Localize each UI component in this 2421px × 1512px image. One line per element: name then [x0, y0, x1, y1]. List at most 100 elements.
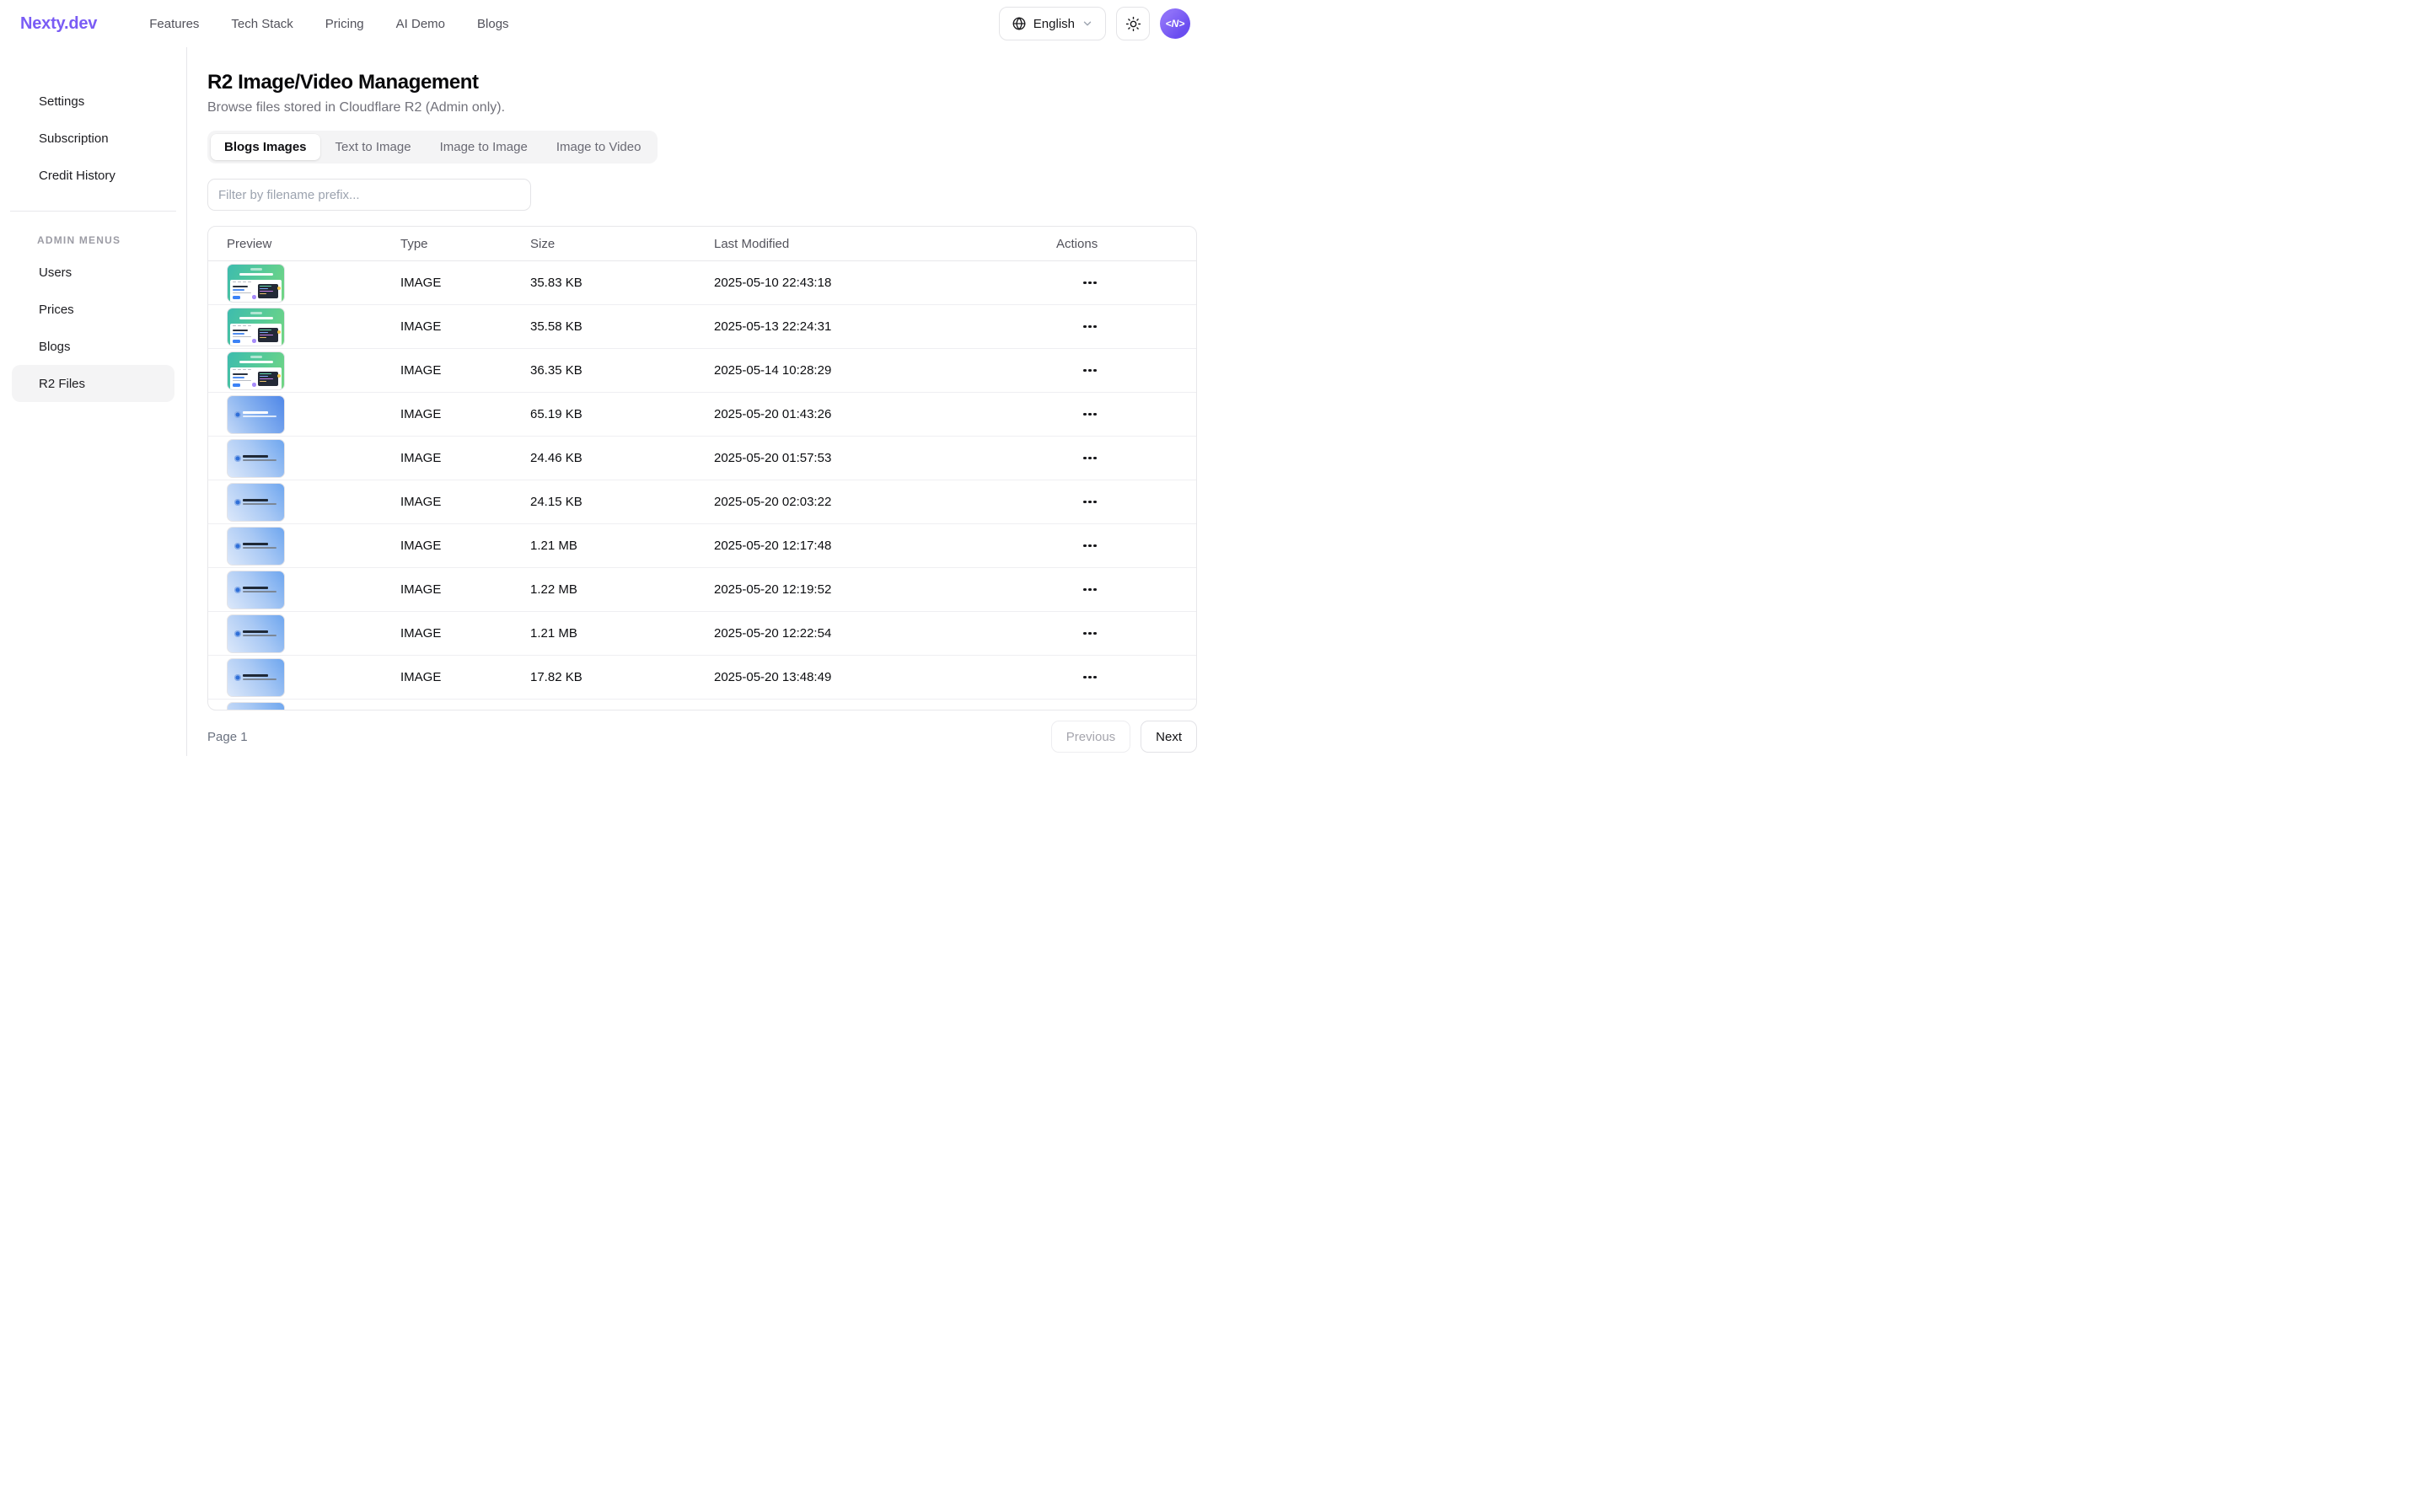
- file-size: 36.35 KB: [520, 363, 704, 378]
- file-preview-thumbnail[interactable]: [227, 614, 285, 653]
- page-title: R2 Image/Video Management: [207, 71, 1197, 94]
- file-size: 1.22 MB: [520, 582, 704, 597]
- file-type: IMAGE: [390, 276, 520, 290]
- table-row: IMAGE 17.82 KB 2025-05-20 13:48:49: [208, 656, 1196, 700]
- file-last-modified: 2025-05-20 12:19:52: [704, 582, 1049, 597]
- nav-item-blogs[interactable]: Blogs: [477, 17, 509, 31]
- sidebar-item-credit-history[interactable]: Credit History: [0, 157, 186, 194]
- row-actions-menu-button[interactable]: [1078, 452, 1102, 465]
- column-header-actions: Actions: [1049, 237, 1196, 251]
- file-preview-thumbnail[interactable]: [227, 351, 285, 390]
- file-type: IMAGE: [390, 451, 520, 465]
- admin-menus-section-label: ADMIN MENUS: [0, 232, 186, 249]
- file-preview-thumbnail[interactable]: [227, 264, 285, 303]
- tab-blogs-images[interactable]: Blogs Images: [211, 134, 320, 160]
- file-size: 65.19 KB: [520, 407, 704, 421]
- file-preview-thumbnail[interactable]: [227, 439, 285, 478]
- previous-page-button[interactable]: Previous: [1051, 721, 1130, 753]
- row-actions-menu-button[interactable]: [1078, 539, 1102, 553]
- row-actions-menu-button[interactable]: [1078, 583, 1102, 597]
- main-nav: Features Tech Stack Pricing AI Demo Blog…: [149, 17, 508, 31]
- file-size: 24.46 KB: [520, 451, 704, 465]
- file-size: 1.21 MB: [520, 539, 704, 553]
- file-size: 17.82 KB: [520, 670, 704, 684]
- theme-toggle-button[interactable]: [1116, 7, 1150, 40]
- language-selector-button[interactable]: English: [999, 7, 1106, 40]
- sun-icon: [1125, 16, 1141, 32]
- column-header-last-modified: Last Modified: [704, 237, 1049, 251]
- file-size: 24.15 KB: [520, 495, 704, 509]
- file-preview-thumbnail[interactable]: [227, 483, 285, 522]
- user-avatar[interactable]: <N>: [1160, 8, 1190, 39]
- sidebar-item-settings[interactable]: Settings: [0, 83, 186, 120]
- header-actions: English <N>: [999, 7, 1190, 40]
- row-actions-menu-button[interactable]: [1078, 496, 1102, 509]
- file-size: 1.21 MB: [520, 626, 704, 641]
- table-row-partial: [208, 700, 1196, 710]
- file-last-modified: 2025-05-10 22:43:18: [704, 276, 1049, 290]
- table-row: IMAGE 24.15 KB 2025-05-20 02:03:22: [208, 480, 1196, 524]
- brand-logo[interactable]: Nexty.dev: [20, 14, 97, 34]
- nav-item-ai-demo[interactable]: AI Demo: [396, 17, 445, 31]
- table-row: IMAGE 1.21 MB 2025-05-20 12:17:48: [208, 524, 1196, 568]
- file-last-modified: 2025-05-13 22:24:31: [704, 319, 1049, 334]
- language-label: English: [1033, 17, 1075, 31]
- file-type: IMAGE: [390, 539, 520, 553]
- page-indicator: Page 1: [207, 730, 248, 744]
- tab-text-to-image[interactable]: Text to Image: [322, 134, 425, 160]
- row-actions-menu-button[interactable]: [1078, 320, 1102, 334]
- file-type: IMAGE: [390, 495, 520, 509]
- file-type: IMAGE: [390, 407, 520, 421]
- filename-filter-input[interactable]: [207, 179, 531, 211]
- file-preview-thumbnail[interactable]: [227, 308, 285, 346]
- file-size: 35.83 KB: [520, 276, 704, 290]
- row-actions-menu-button[interactable]: [1078, 364, 1102, 378]
- next-page-button[interactable]: Next: [1141, 721, 1197, 753]
- pagination: Page 1 Previous Next: [207, 721, 1197, 753]
- files-table: Preview Type Size Last Modified Actions …: [207, 226, 1197, 710]
- tab-image-to-image[interactable]: Image to Image: [427, 134, 541, 160]
- row-actions-menu-button[interactable]: [1078, 276, 1102, 290]
- sidebar-item-subscription[interactable]: Subscription: [0, 120, 186, 157]
- table-row: IMAGE 24.46 KB 2025-05-20 01:57:53: [208, 437, 1196, 480]
- file-last-modified: 2025-05-20 02:03:22: [704, 495, 1049, 509]
- file-category-tabs: Blogs Images Text to Image Image to Imag…: [207, 131, 658, 164]
- file-type: IMAGE: [390, 626, 520, 641]
- tab-image-to-video[interactable]: Image to Video: [543, 134, 655, 160]
- table-header-row: Preview Type Size Last Modified Actions: [208, 227, 1196, 261]
- table-row: IMAGE 1.21 MB 2025-05-20 12:22:54: [208, 612, 1196, 656]
- row-actions-menu-button[interactable]: [1078, 627, 1102, 641]
- file-size: 35.58 KB: [520, 319, 704, 334]
- file-preview-thumbnail[interactable]: [227, 395, 285, 434]
- sidebar-item-users[interactable]: Users: [0, 254, 186, 291]
- file-last-modified: 2025-05-20 13:48:49: [704, 670, 1049, 684]
- sidebar-item-r2-files[interactable]: R2 Files: [12, 365, 174, 402]
- file-type: IMAGE: [390, 319, 520, 334]
- file-last-modified: 2025-05-20 01:43:26: [704, 407, 1049, 421]
- row-actions-menu-button[interactable]: [1078, 408, 1102, 421]
- file-preview-thumbnail[interactable]: [227, 527, 285, 566]
- file-last-modified: 2025-05-20 12:17:48: [704, 539, 1049, 553]
- sidebar-item-prices[interactable]: Prices: [0, 291, 186, 328]
- column-header-preview: Preview: [217, 237, 390, 251]
- top-navbar: Nexty.dev Features Tech Stack Pricing AI…: [0, 0, 1210, 47]
- file-preview-thumbnail[interactable]: [227, 571, 285, 609]
- file-last-modified: 2025-05-20 01:57:53: [704, 451, 1049, 465]
- nav-item-pricing[interactable]: Pricing: [325, 17, 364, 31]
- sidebar-divider: [10, 211, 176, 212]
- file-preview-thumbnail[interactable]: [227, 658, 285, 697]
- row-actions-menu-button[interactable]: [1078, 671, 1102, 684]
- file-last-modified: 2025-05-14 10:28:29: [704, 363, 1049, 378]
- file-preview-thumbnail[interactable]: [227, 702, 285, 710]
- nav-item-tech-stack[interactable]: Tech Stack: [231, 17, 293, 31]
- file-last-modified: 2025-05-20 12:22:54: [704, 626, 1049, 641]
- nav-item-features[interactable]: Features: [149, 17, 199, 31]
- table-row: IMAGE 36.35 KB 2025-05-14 10:28:29: [208, 349, 1196, 393]
- sidebar: Settings Subscription Credit History ADM…: [0, 47, 187, 756]
- page-subtitle: Browse files stored in Cloudflare R2 (Ad…: [207, 100, 1197, 115]
- column-header-size: Size: [520, 237, 704, 251]
- column-header-type: Type: [390, 237, 520, 251]
- sidebar-item-blogs[interactable]: Blogs: [0, 328, 186, 365]
- file-type: IMAGE: [390, 582, 520, 597]
- file-type: IMAGE: [390, 670, 520, 684]
